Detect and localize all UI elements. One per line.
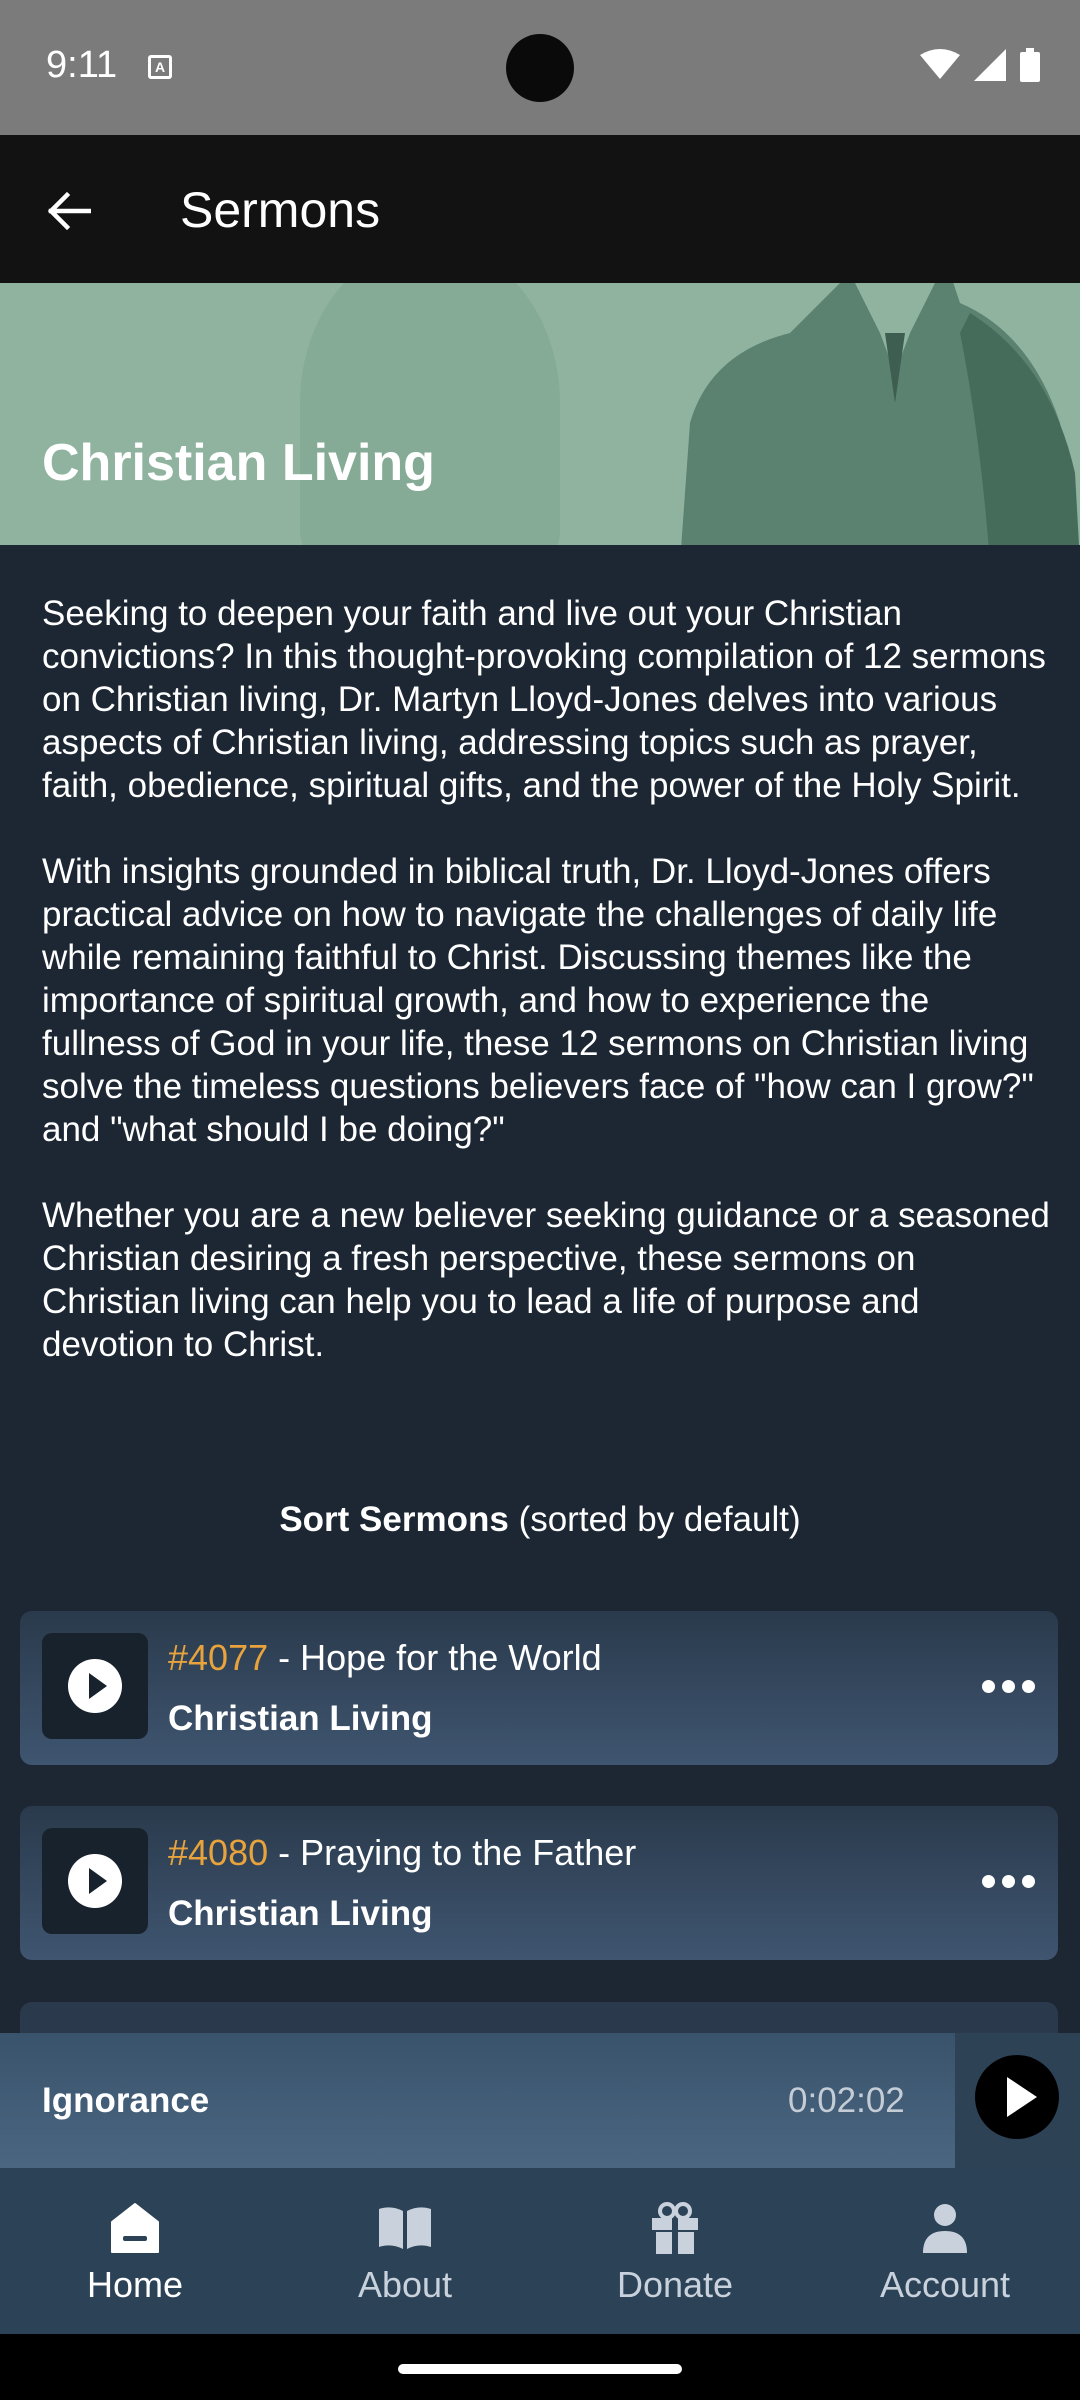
sermon-title-line: #4080 - Praying to the Father xyxy=(168,1832,636,1874)
sort-sermons-control[interactable]: Sort Sermons (sorted by default) xyxy=(0,1500,1080,1540)
nav-home[interactable]: Home xyxy=(0,2168,270,2334)
page-title: Sermons xyxy=(180,182,381,238)
hero-banner: Christian Living xyxy=(0,283,1080,545)
sermon-title-line: #4077 - Hope for the World xyxy=(168,1637,602,1679)
battery-icon xyxy=(1020,48,1040,82)
play-icon xyxy=(68,1854,122,1908)
arrow-back-icon xyxy=(47,191,91,231)
series-title: Christian Living xyxy=(42,434,435,492)
camera-cutout xyxy=(506,34,574,102)
sermon-card[interactable]: #4077 - Hope for the World Christian Liv… xyxy=(20,1611,1058,1765)
play-icon xyxy=(68,1659,122,1713)
sort-label: Sort Sermons xyxy=(279,1500,509,1539)
more-options-icon[interactable] xyxy=(978,1671,1038,1701)
nav-account[interactable]: Account xyxy=(810,2168,1080,2334)
sermon-number: #4077 xyxy=(168,1637,269,1678)
person-icon xyxy=(915,2198,975,2258)
status-bar: 9:11 A xyxy=(0,0,1080,135)
app-bar: Sermons xyxy=(0,135,1080,283)
sermon-separator: - xyxy=(268,1832,301,1873)
nav-about-label: About xyxy=(357,2264,453,2305)
nav-donate[interactable]: Donate xyxy=(540,2168,810,2334)
hero-texture xyxy=(300,283,560,545)
series-description: Seeking to deepen your faith and live ou… xyxy=(42,592,1052,1409)
sermon-series: Christian Living xyxy=(168,1894,433,1933)
system-navigation-bar xyxy=(0,2334,1080,2400)
sort-note: (sorted by default) xyxy=(518,1500,801,1539)
wifi-icon xyxy=(920,49,960,79)
book-icon xyxy=(375,2198,435,2258)
status-icons xyxy=(920,48,1040,82)
nav-account-label: Account xyxy=(879,2264,1011,2305)
status-time: 9:11 xyxy=(46,44,118,86)
description-paragraph: With insights grounded in biblical truth… xyxy=(42,852,1034,1149)
sermon-play-button[interactable] xyxy=(42,1633,148,1739)
gesture-handle[interactable] xyxy=(398,2364,682,2374)
nav-about[interactable]: About xyxy=(270,2168,540,2334)
gift-icon xyxy=(645,2198,705,2258)
now-playing-title: Ignorance xyxy=(42,2081,210,2120)
nav-home-label: Home xyxy=(86,2264,184,2305)
now-playing-play-button[interactable] xyxy=(975,2055,1059,2139)
home-icon xyxy=(105,2198,165,2258)
signal-icon xyxy=(974,49,1006,81)
bottom-navigation: Home About Donate Account xyxy=(0,2168,1080,2334)
now-playing-bar[interactable]: Ignorance 0:02:02 xyxy=(0,2033,1080,2168)
description-paragraph: Seeking to deepen your faith and live ou… xyxy=(42,594,1046,805)
description-paragraph: Whether you are a new believer seeking g… xyxy=(42,1196,1050,1364)
sermon-series: Christian Living xyxy=(168,1699,433,1738)
back-button[interactable] xyxy=(28,171,108,251)
keyboard-notification-icon: A xyxy=(148,55,172,79)
hero-portrait-image xyxy=(681,283,1079,545)
sermon-title: Hope for the World xyxy=(300,1637,602,1678)
more-options-icon[interactable] xyxy=(978,1866,1038,1896)
sermon-separator: - xyxy=(268,1637,301,1678)
sermon-play-button[interactable] xyxy=(42,1828,148,1934)
sermon-card[interactable]: #4080 - Praying to the Father Christian … xyxy=(20,1806,1058,1960)
nav-donate-label: Donate xyxy=(616,2264,734,2305)
now-playing-time: 0:02:02 xyxy=(788,2081,905,2120)
sermon-title: Praying to the Father xyxy=(300,1832,637,1873)
sermon-number: #4080 xyxy=(168,1832,269,1873)
